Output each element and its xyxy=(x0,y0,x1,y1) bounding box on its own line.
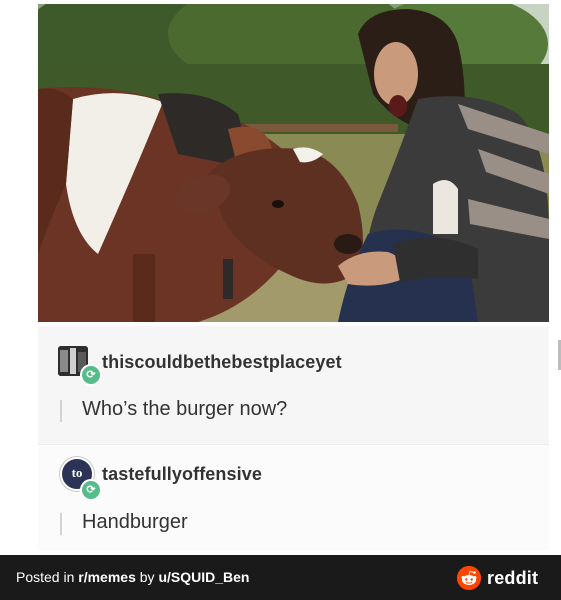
reddit-alien-icon xyxy=(457,566,481,590)
reblog-entry: ⟳ thiscouldbethebestplaceyet Who’s the b… xyxy=(38,326,549,444)
reblog-username[interactable]: thiscouldbethebestplaceyet xyxy=(102,352,342,373)
posted-in-text: Posted in r/memes by u/SQUID_Ben xyxy=(16,569,249,585)
reddit-footer-bar: Posted in r/memes by u/SQUID_Ben reddit xyxy=(0,555,561,600)
reblog-username[interactable]: tastefullyoffensive xyxy=(102,464,262,485)
reblog-entry: to ⟳ tastefullyoffensive Handburger xyxy=(38,444,549,550)
calf-and-woman-photo xyxy=(38,4,549,322)
posted-in-prefix: Posted in xyxy=(16,569,79,585)
reblog-icon: ⟳ xyxy=(80,479,102,501)
by-text: by xyxy=(135,569,159,585)
user-link[interactable]: u/SQUID_Ben xyxy=(158,569,249,585)
subreddit-link[interactable]: r/memes xyxy=(78,569,136,585)
reddit-brand[interactable]: reddit xyxy=(457,566,547,590)
reddit-logo-icon xyxy=(457,566,481,590)
post-photo[interactable] xyxy=(38,4,549,322)
tumblr-post-card: ⟳ thiscouldbethebestplaceyet Who’s the b… xyxy=(38,4,549,550)
reddit-wordmark: reddit xyxy=(487,568,539,588)
reblog-body-text: Handburger xyxy=(82,511,188,533)
reblog-body-text: Who’s the burger now? xyxy=(82,398,288,420)
quote-divider xyxy=(60,400,62,422)
reblog-icon: ⟳ xyxy=(80,364,102,386)
quote-divider xyxy=(60,513,62,535)
